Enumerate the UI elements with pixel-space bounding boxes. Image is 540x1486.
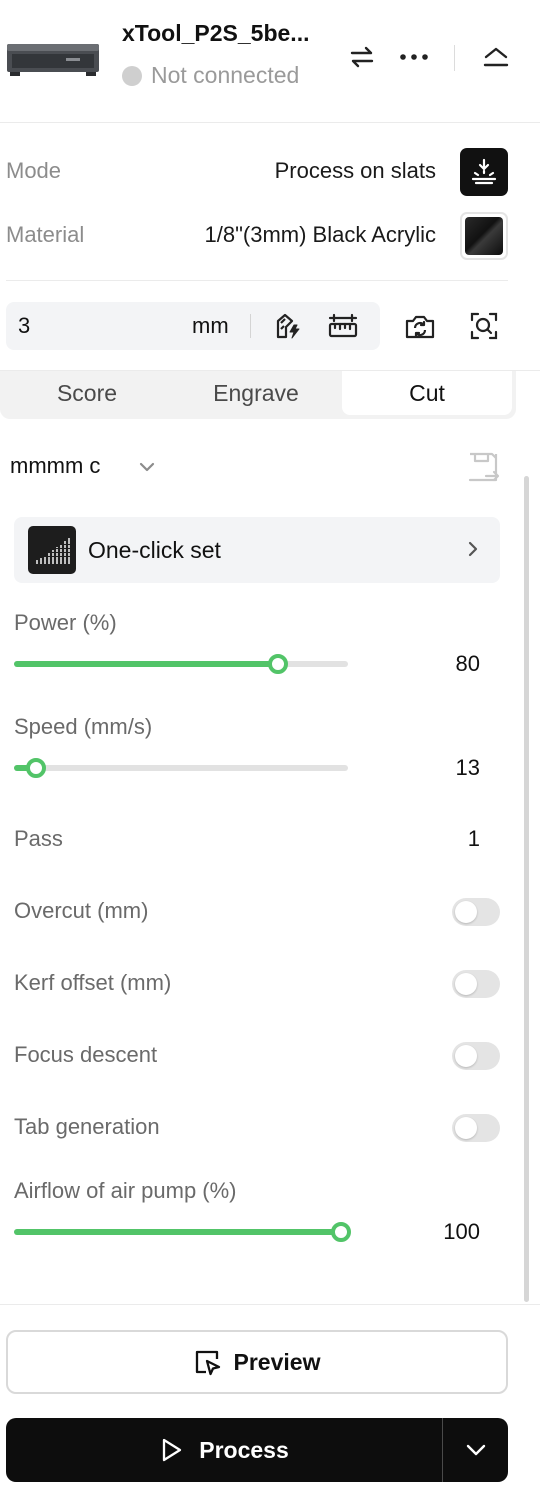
save-export-icon[interactable] — [466, 450, 502, 486]
chevron-down-icon[interactable] — [136, 456, 158, 478]
scrollbar[interactable] — [524, 476, 529, 1302]
divider — [6, 280, 508, 281]
preview-label: Preview — [233, 1348, 321, 1375]
airflow-label: Airflow of air pump (%) — [14, 1178, 237, 1203]
measure-icon[interactable] — [326, 309, 360, 343]
overcut-label: Overcut (mm) — [14, 898, 149, 923]
tab-engrave[interactable]: Engrave — [172, 371, 340, 415]
airflow-slider-knob[interactable] — [331, 1222, 352, 1242]
airflow-value[interactable]: 100 — [443, 1219, 480, 1245]
one-click-thumbnail — [28, 526, 76, 574]
one-click-set-row[interactable]: One-click set — [14, 517, 500, 583]
connection-status: Not connected — [122, 62, 299, 89]
focus-descent-toggle[interactable] — [452, 1042, 500, 1070]
process-button-group: Process — [6, 1418, 508, 1482]
play-icon — [163, 1438, 182, 1462]
device-image — [7, 44, 99, 76]
thickness-unit: mm — [192, 313, 229, 338]
mode-value[interactable]: Process on slats — [275, 158, 436, 184]
preset-selector[interactable]: mmmm c — [10, 453, 100, 479]
power-value[interactable]: 80 — [456, 651, 480, 677]
more-icon[interactable] — [399, 42, 429, 72]
scan-icon[interactable] — [467, 309, 501, 343]
speed-label: Speed (mm/s) — [14, 714, 153, 739]
collapse-icon[interactable] — [481, 42, 511, 72]
material-test-icon[interactable] — [270, 309, 304, 343]
material-swatch[interactable] — [460, 212, 508, 260]
laser-mode-icon[interactable] — [460, 148, 508, 196]
process-type-tabs: Score Engrave Cut — [0, 371, 516, 419]
tab-cut[interactable]: Cut — [342, 371, 512, 415]
kerf-offset-label: Kerf offset (mm) — [14, 970, 172, 995]
material-value[interactable]: 1/8"(3mm) Black Acrylic — [204, 222, 436, 248]
chevron-right-icon — [468, 541, 478, 557]
chevron-down-icon — [466, 1444, 485, 1456]
overcut-toggle[interactable] — [452, 898, 500, 926]
device-name: xTool_P2S_5be... — [122, 20, 310, 46]
mode-label: Mode — [6, 158, 62, 183]
status-dot — [122, 65, 142, 86]
tab-generation-label: Tab generation — [14, 1114, 160, 1139]
status-text: Not connected — [151, 62, 300, 88]
pass-value[interactable]: 1 — [468, 826, 480, 852]
speed-value[interactable]: 13 — [456, 755, 480, 781]
process-button[interactable]: Process — [6, 1418, 442, 1482]
airflow-slider[interactable] — [14, 1222, 352, 1242]
power-slider-knob[interactable] — [267, 654, 288, 674]
divider — [0, 1304, 540, 1305]
focus-descent-label: Focus descent — [14, 1042, 158, 1067]
header-divider — [454, 45, 455, 71]
field-divider — [250, 314, 251, 338]
swap-icon[interactable] — [347, 42, 377, 72]
camera-refresh-icon[interactable] — [403, 309, 437, 343]
material-label: Material — [6, 222, 85, 247]
preview-icon — [195, 1350, 220, 1376]
tab-generation-toggle[interactable] — [452, 1114, 500, 1142]
speed-slider-knob[interactable] — [26, 758, 47, 778]
one-click-label: One-click set — [88, 537, 221, 563]
process-dropdown-button[interactable] — [443, 1418, 508, 1482]
preview-button[interactable]: Preview — [6, 1330, 508, 1394]
tab-score[interactable]: Score — [4, 371, 170, 415]
process-label: Process — [199, 1436, 289, 1463]
thickness-value[interactable]: 3 — [18, 313, 30, 339]
power-slider[interactable] — [14, 654, 348, 674]
pass-label: Pass — [14, 826, 63, 851]
kerf-offset-toggle[interactable] — [452, 970, 500, 998]
speed-slider[interactable] — [14, 758, 348, 778]
thickness-field[interactable]: 3 mm — [6, 302, 380, 350]
device-header: xTool_P2S_5be... Not connected — [0, 0, 540, 123]
power-label: Power (%) — [14, 610, 117, 635]
